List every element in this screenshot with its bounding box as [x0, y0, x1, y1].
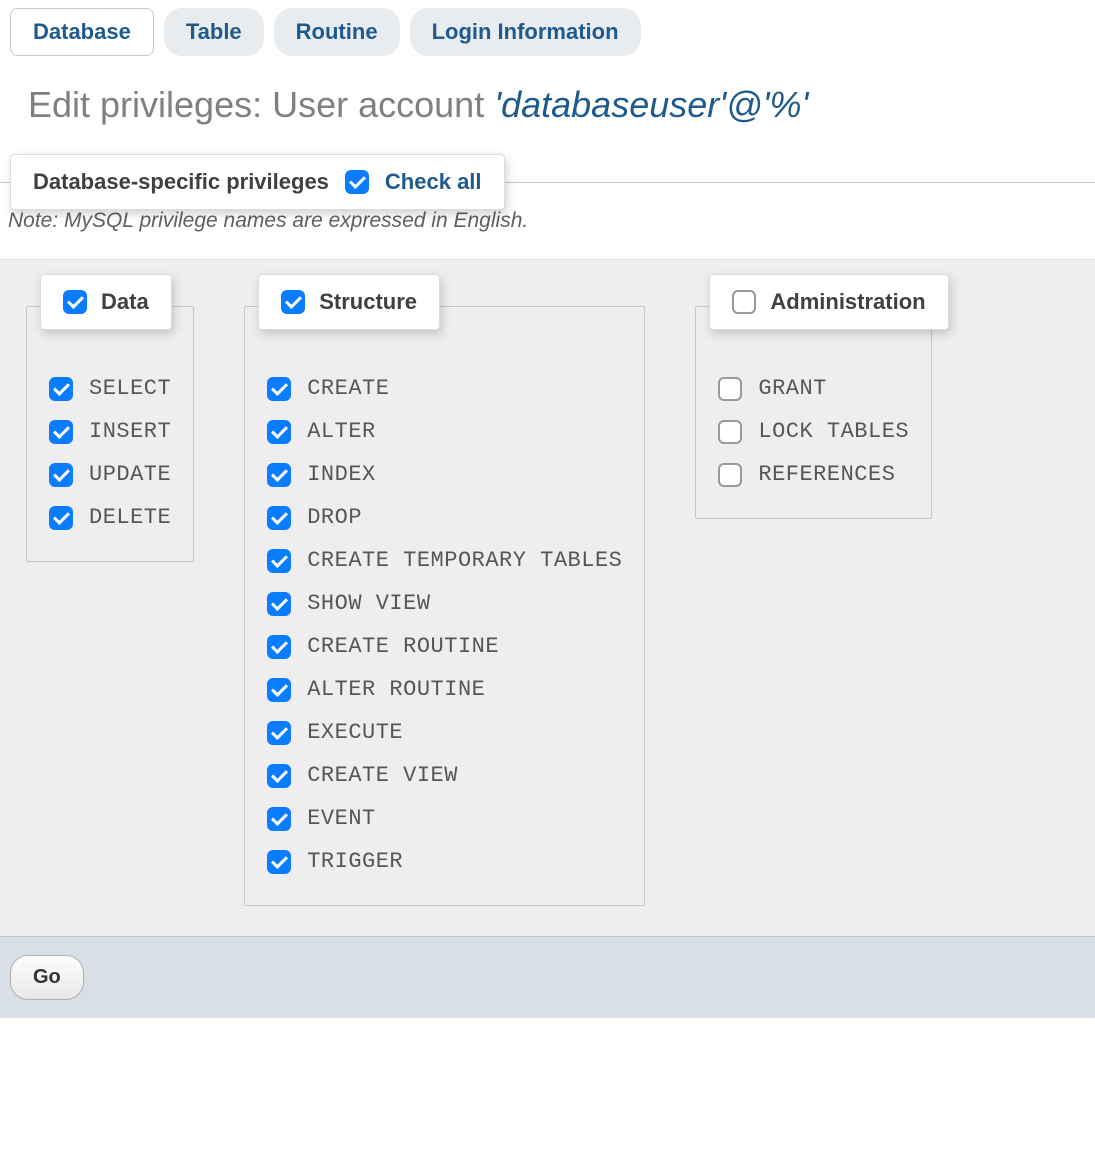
group-header-data: Data: [40, 274, 172, 330]
privilege-item: SHOW VIEW: [267, 582, 622, 625]
privilege-item: REFERENCES: [718, 453, 909, 496]
privilege-item: INDEX: [267, 453, 622, 496]
privilege-item: ALTER: [267, 410, 622, 453]
privilege-label: ALTER: [307, 419, 376, 444]
footer-bar: Go: [0, 936, 1095, 1018]
privilege-groups: DataSELECTINSERTUPDATEDELETEStructureCRE…: [0, 259, 1095, 936]
privilege-checkbox-select[interactable]: [49, 377, 73, 401]
privilege-checkbox-alter-routine[interactable]: [267, 678, 291, 702]
privilege-label: INSERT: [89, 419, 171, 444]
privilege-label: CREATE ROUTINE: [307, 634, 499, 659]
group-checkbox-structure[interactable]: [281, 290, 305, 314]
privilege-checkbox-delete[interactable]: [49, 506, 73, 530]
tab-routine[interactable]: Routine: [274, 8, 400, 56]
privileges-card: Database-specific privileges Check all: [10, 154, 505, 210]
privilege-label: INDEX: [307, 462, 376, 487]
privilege-label: EVENT: [307, 806, 376, 831]
privilege-label: EXECUTE: [307, 720, 403, 745]
privilege-checkbox-trigger[interactable]: [267, 850, 291, 874]
privilege-checkbox-create-temporary-tables[interactable]: [267, 549, 291, 573]
privilege-checkbox-create[interactable]: [267, 377, 291, 401]
privilege-item: GRANT: [718, 367, 909, 410]
privilege-item: DELETE: [49, 496, 171, 539]
check-all-checkbox[interactable]: [345, 170, 369, 194]
privilege-checkbox-grant[interactable]: [718, 377, 742, 401]
privilege-checkbox-references[interactable]: [718, 463, 742, 487]
group-label: Data: [101, 289, 149, 315]
privilege-label: SELECT: [89, 376, 171, 401]
privilege-item: CREATE TEMPORARY TABLES: [267, 539, 622, 582]
privilege-label: LOCK TABLES: [758, 419, 909, 444]
group-box: SELECT INSERT UPDATE DELETE: [26, 306, 194, 562]
privilege-checkbox-show-view[interactable]: [267, 592, 291, 616]
group-checkbox-data[interactable]: [63, 290, 87, 314]
privilege-label: ALTER ROUTINE: [307, 677, 485, 702]
privilege-checkbox-update[interactable]: [49, 463, 73, 487]
tab-table[interactable]: Table: [164, 8, 264, 56]
account-identifier: 'databaseuser'@'%': [494, 84, 808, 125]
privilege-item: LOCK TABLES: [718, 410, 909, 453]
privilege-item: CREATE: [267, 367, 622, 410]
privilege-checkbox-event[interactable]: [267, 807, 291, 831]
privilege-checkbox-alter[interactable]: [267, 420, 291, 444]
group-label: Administration: [770, 289, 925, 315]
privilege-label: TRIGGER: [307, 849, 403, 874]
privilege-checkbox-lock-tables[interactable]: [718, 420, 742, 444]
privilege-label: CREATE TEMPORARY TABLES: [307, 548, 622, 573]
group-checkbox-administration[interactable]: [732, 290, 756, 314]
privilege-label: UPDATE: [89, 462, 171, 487]
group-administration: AdministrationGRANTLOCK TABLESREFERENCES: [695, 306, 932, 519]
privilege-item: ALTER ROUTINE: [267, 668, 622, 711]
privilege-label: CREATE VIEW: [307, 763, 458, 788]
privilege-item: UPDATE: [49, 453, 171, 496]
privilege-checkbox-create-view[interactable]: [267, 764, 291, 788]
group-header-administration: Administration: [709, 274, 948, 330]
privilege-checkbox-execute[interactable]: [267, 721, 291, 745]
privilege-item: TRIGGER: [267, 840, 622, 883]
go-button[interactable]: Go: [10, 955, 84, 1000]
tab-login-information[interactable]: Login Information: [410, 8, 641, 56]
privilege-checkbox-index[interactable]: [267, 463, 291, 487]
privilege-label: REFERENCES: [758, 462, 895, 487]
privilege-label: GRANT: [758, 376, 827, 401]
tabs-bar: DatabaseTableRoutineLogin Information: [0, 0, 1095, 64]
tab-database[interactable]: Database: [10, 8, 154, 56]
privilege-item: CREATE ROUTINE: [267, 625, 622, 668]
group-structure: StructureCREATEALTERINDEXDROPCREATE TEMP…: [244, 306, 645, 906]
group-label: Structure: [319, 289, 417, 315]
privileges-card-title: Database-specific privileges: [33, 169, 329, 195]
privilege-item: SELECT: [49, 367, 171, 410]
privilege-checkbox-insert[interactable]: [49, 420, 73, 444]
privilege-label: SHOW VIEW: [307, 591, 430, 616]
privilege-item: CREATE VIEW: [267, 754, 622, 797]
privilege-label: DELETE: [89, 505, 171, 530]
group-data: DataSELECTINSERTUPDATEDELETE: [26, 306, 194, 562]
privilege-item: EVENT: [267, 797, 622, 840]
privilege-label: CREATE: [307, 376, 389, 401]
group-header-structure: Structure: [258, 274, 440, 330]
group-box: CREATE ALTER INDEX DROP CREATE TEMPORARY TAB…: [244, 306, 645, 906]
check-all-label: Check all: [385, 169, 482, 195]
group-box: GRANT LOCK TABLES REFERENCES: [695, 306, 932, 519]
page-title-prefix: Edit privileges: User account: [28, 84, 494, 125]
privilege-item: INSERT: [49, 410, 171, 453]
privilege-item: EXECUTE: [267, 711, 622, 754]
page-title: Edit privileges: User account 'databaseu…: [0, 64, 1095, 154]
privilege-label: DROP: [307, 505, 362, 530]
privilege-checkbox-create-routine[interactable]: [267, 635, 291, 659]
privilege-item: DROP: [267, 496, 622, 539]
privilege-checkbox-drop[interactable]: [267, 506, 291, 530]
